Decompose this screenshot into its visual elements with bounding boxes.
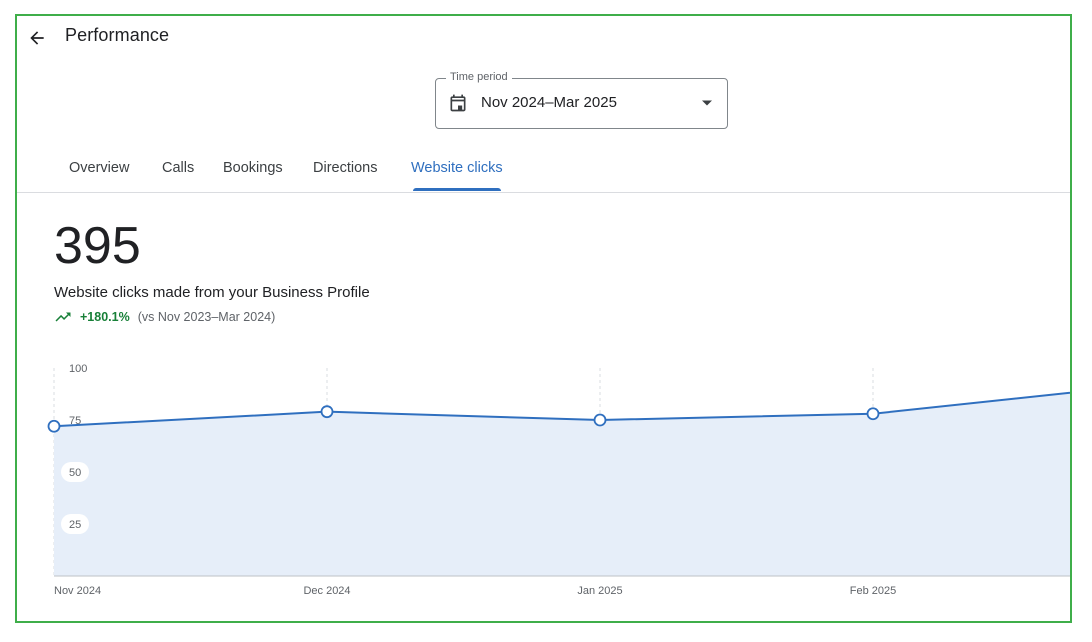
website-clicks-chart: 255075100Nov 2024 Dec 2024 Jan 2025 Feb 202… bbox=[47, 363, 1070, 597]
change-percentage: +180.1% bbox=[80, 310, 130, 324]
data-point bbox=[320, 405, 334, 419]
data-point bbox=[593, 413, 607, 427]
x-tick-label: Dec 2024 bbox=[303, 585, 350, 597]
x-tick-label: Feb 2025 bbox=[850, 585, 896, 597]
time-period-select[interactable]: Time period Nov 2024–Mar 2025 bbox=[435, 71, 728, 129]
area-fill bbox=[54, 392, 1070, 576]
time-period-label: Time period bbox=[446, 71, 512, 83]
x-tick-label: Jan 2025 bbox=[577, 585, 622, 597]
comparison-period: (vs Nov 2023–Mar 2024) bbox=[137, 310, 276, 324]
arrow-back-icon bbox=[30, 31, 44, 45]
tab-directions[interactable]: Directions bbox=[313, 160, 377, 176]
trending-up-icon bbox=[55, 312, 71, 322]
tab-website-clicks[interactable]: Website clicks bbox=[411, 160, 503, 176]
x-tick-label: Nov 2024 bbox=[54, 585, 101, 597]
y-tick-label: 50 bbox=[69, 467, 81, 479]
y-tick-label: 25 bbox=[69, 519, 81, 531]
metric-total: 395 bbox=[54, 217, 141, 275]
tab-bookings[interactable]: Bookings bbox=[223, 160, 283, 176]
data-point bbox=[47, 419, 61, 433]
dropdown-arrow-icon bbox=[702, 100, 712, 106]
time-period-value: Nov 2024–Mar 2025 bbox=[481, 94, 617, 111]
data-point bbox=[866, 407, 880, 421]
page-title: Performance bbox=[65, 25, 170, 45]
tab-calls[interactable]: Calls bbox=[162, 160, 194, 176]
calendar-icon bbox=[450, 94, 466, 112]
tab-bar: Overview Calls Bookings Directions Websi… bbox=[17, 156, 1070, 193]
active-tab-indicator bbox=[413, 188, 501, 191]
metric-description: Website clicks made from your Business P… bbox=[54, 284, 370, 301]
back-button[interactable] bbox=[25, 26, 49, 50]
metric-change: +180.1% (vs Nov 2023–Mar 2024) bbox=[54, 310, 275, 324]
tab-overview[interactable]: Overview bbox=[69, 160, 129, 176]
y-tick-label: 100 bbox=[69, 363, 87, 375]
performance-panel: Performance Time period Nov 2024–Mar 202… bbox=[15, 14, 1072, 623]
